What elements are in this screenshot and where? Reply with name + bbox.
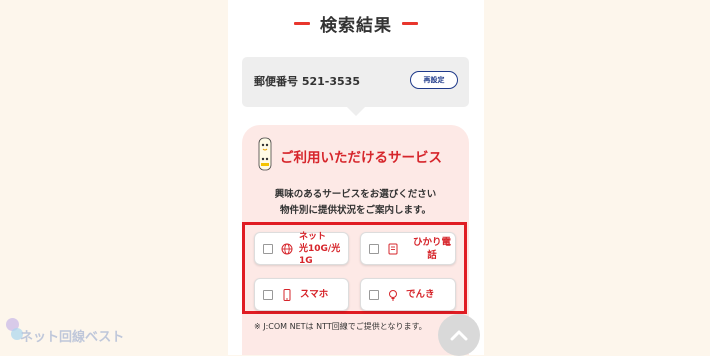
postal-code-label: 郵便番号 521-3535	[254, 75, 360, 88]
checkbox-phone[interactable]	[369, 243, 379, 254]
postal-code-card: 郵便番号 521-3535 再設定	[242, 57, 469, 116]
service-intro: 興味のあるサービスをお選びください 物件別に提供状況をご案内します。	[242, 187, 469, 219]
service-label-electricity: でんき	[406, 289, 435, 300]
title-dash-right	[402, 21, 418, 25]
mascot-icon	[258, 137, 272, 171]
phone-icon	[388, 243, 398, 254]
watermark-logo: ネット回線ベスト	[6, 318, 136, 348]
checkbox-smartphone[interactable]	[263, 289, 273, 300]
service-label-phone: ひかり電 話	[413, 236, 452, 261]
checkbox-internet[interactable]	[263, 243, 273, 254]
globe-icon	[281, 243, 293, 254]
service-option-smartphone[interactable]: スマホ	[254, 278, 349, 311]
service-option-phone[interactable]: ひかり電 話	[360, 232, 456, 265]
lightbulb-icon	[389, 289, 397, 300]
page-title: 検索結果	[320, 15, 392, 36]
intro-line-2: 物件別に提供状況をご案内します。	[279, 205, 432, 216]
page-title-row: 検索結果	[228, 8, 484, 38]
checkbox-electricity[interactable]	[369, 289, 379, 300]
watermark-text: ネット回線ベスト	[20, 330, 125, 345]
intro-line-1: 興味のあるサービスをお選びください	[274, 189, 437, 200]
smartphone-icon	[283, 288, 291, 301]
service-option-electricity[interactable]: でんき	[360, 278, 456, 311]
chevron-up-icon	[450, 330, 468, 341]
service-note: ※ J:COM NETは NTT回線でご提供となります。	[254, 322, 427, 331]
service-label-internet: ネット 光10G/光 1G	[299, 231, 341, 266]
reset-button[interactable]: 再設定	[410, 71, 458, 89]
scroll-to-top-button[interactable]	[438, 314, 480, 356]
service-label-smartphone: スマホ	[300, 289, 329, 300]
service-heading: ご利用いただけるサービス	[280, 150, 442, 166]
service-option-internet[interactable]: ネット 光10G/光 1G	[254, 231, 349, 266]
title-dash-left	[294, 21, 310, 25]
